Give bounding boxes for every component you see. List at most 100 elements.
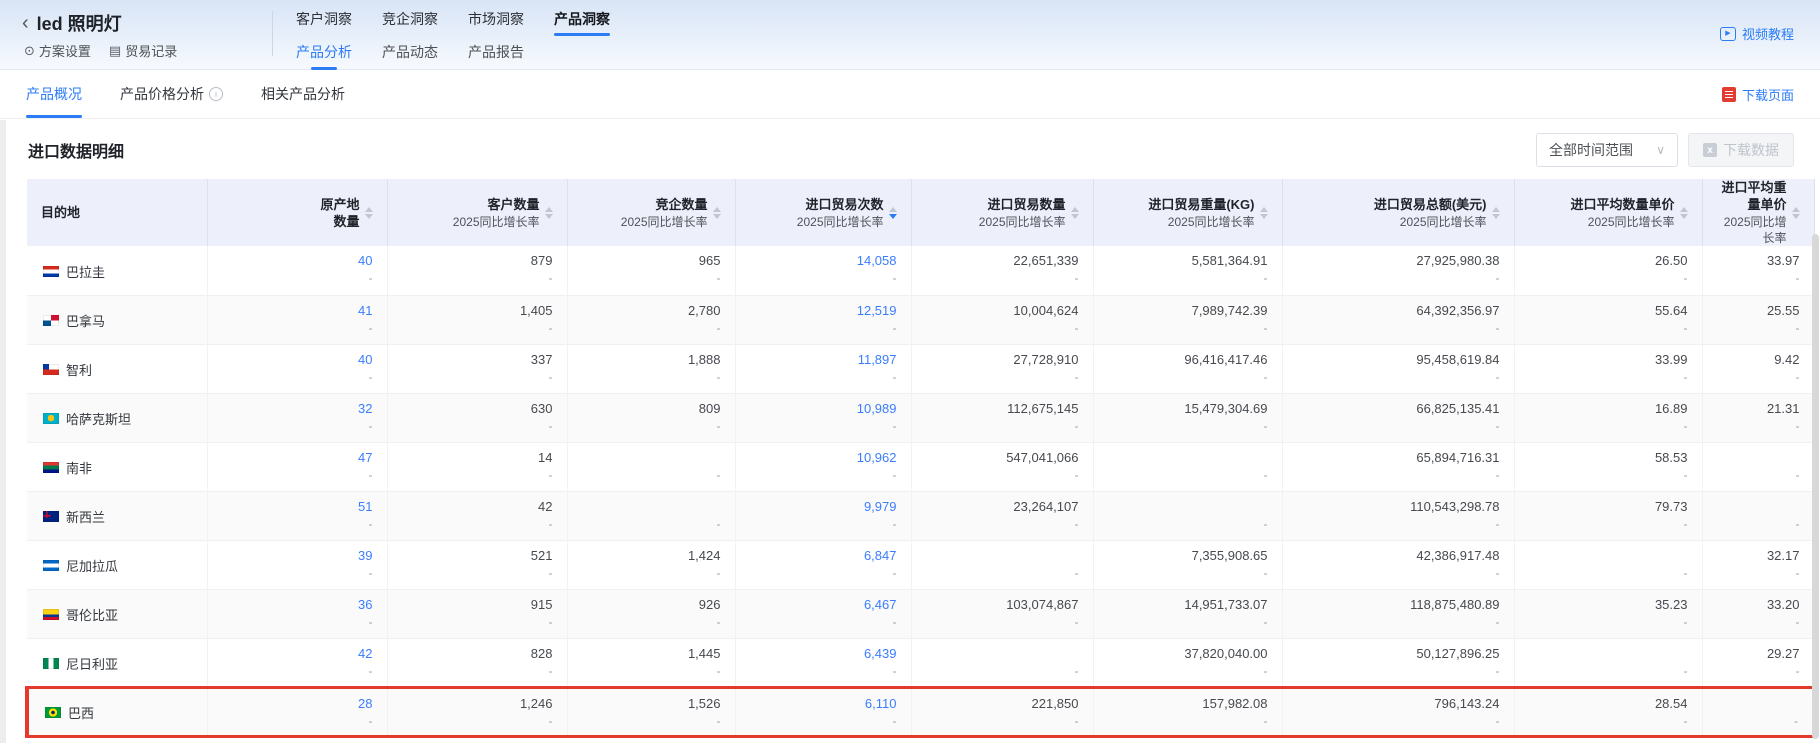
cell-value: 630 xyxy=(402,399,553,418)
subnav-tab-product-analysis[interactable]: 产品分析 xyxy=(296,42,352,70)
column-header-trade-count[interactable]: 进口贸易次数2025同比增长率 xyxy=(735,179,911,246)
origin-link[interactable]: 47 xyxy=(222,448,373,467)
page-tab-bar: 产品概况产品价格分析i 相关产品分析 下载页面 xyxy=(0,70,1820,119)
cell-trade-weight: 96,416,417.46- xyxy=(1093,344,1282,393)
cell-value: 79.73 xyxy=(1529,497,1688,516)
cell-trade-weight: 157,982.08- xyxy=(1093,687,1282,736)
subnav-tab-product-dynamics[interactable]: 产品动态 xyxy=(382,42,438,70)
cell-avg-qty-price: 16.89- xyxy=(1514,393,1702,442)
column-header-avg-qty-price[interactable]: 进口平均数量单价2025同比增长率 xyxy=(1514,179,1702,246)
trade-count-link[interactable]: 10,989 xyxy=(750,399,897,418)
import-data-table-wrap: 目的地原产地数量客户数量2025同比增长率竞企数量2025同比增长率进口贸易次数… xyxy=(25,179,1812,738)
growth-rate-value: - xyxy=(750,270,897,287)
trade-count-link[interactable]: 10,962 xyxy=(750,448,897,467)
destination-cell: 巴拿马 xyxy=(27,295,207,344)
tab-product-price-analysis[interactable]: 产品价格分析i xyxy=(120,70,223,118)
growth-rate-value: - xyxy=(1108,565,1268,582)
growth-rate-value: - xyxy=(222,614,373,631)
left-scrollbar[interactable] xyxy=(0,120,6,743)
trade-count-link[interactable]: 6,110 xyxy=(750,694,897,713)
cell-value: 1,246 xyxy=(402,694,553,713)
download-page-link[interactable]: 下载页面 xyxy=(1722,85,1794,104)
nav-tab-market-insight[interactable]: 市场洞察 xyxy=(468,9,524,36)
trade-records-button[interactable]: ▤ 贸易记录 xyxy=(109,41,177,60)
cell-value: 2,780 xyxy=(582,301,721,320)
info-icon[interactable]: i xyxy=(209,87,223,101)
cell-trade-value: 64,392,356.97- xyxy=(1282,295,1514,344)
table-row-kazakhstan[interactable]: 哈萨克斯坦32-630-809-10,989-112,675,145-15,47… xyxy=(27,393,1814,442)
time-range-select[interactable]: 全部时间范围 ∨ xyxy=(1536,133,1678,167)
cell-avg-qty-price: - xyxy=(1514,638,1702,687)
origin-link[interactable]: 42 xyxy=(222,644,373,663)
cell-value: 1,405 xyxy=(402,301,553,320)
table-row-nigeria[interactable]: 尼日利亚42-828-1,445-6,439--37,820,040.00-50… xyxy=(27,638,1814,687)
cell-trade-value: 118,875,480.89- xyxy=(1282,589,1514,638)
trade-count-link[interactable]: 14,058 xyxy=(750,251,897,270)
trade-count-link[interactable]: 6,847 xyxy=(750,546,897,565)
column-header-trade-qty[interactable]: 进口贸易数量2025同比增长率 xyxy=(911,179,1093,246)
origin-link[interactable]: 41 xyxy=(222,301,373,320)
tab-product-overview[interactable]: 产品概况 xyxy=(26,70,82,118)
nicaragua-flag-icon xyxy=(43,560,59,571)
trade-count-link[interactable]: 11,897 xyxy=(750,350,897,369)
column-header-avg-weight-price[interactable]: 进口平均重量单价2025同比增长率 xyxy=(1702,179,1814,246)
origin-link[interactable]: 51 xyxy=(222,497,373,516)
cell-trade-value: 66,825,135.41- xyxy=(1282,393,1514,442)
download-data-button[interactable]: 下载数据 xyxy=(1688,133,1794,167)
growth-rate-value: - xyxy=(1108,713,1268,730)
table-row-paraguay[interactable]: 巴拉圭40-879-965-14,058-22,651,339-5,581,36… xyxy=(27,246,1814,295)
column-header-trade-value[interactable]: 进口贸易总额(美元)2025同比增长率 xyxy=(1282,179,1514,246)
table-row-colombia[interactable]: 哥伦比亚36-915-926-6,467-103,074,867-14,951,… xyxy=(27,589,1814,638)
cell-customers: 879- xyxy=(387,246,567,295)
table-row-brazil[interactable]: 巴西28-1,246-1,526-6,110-221,850-157,982.0… xyxy=(27,687,1814,736)
growth-rate-value: - xyxy=(1297,713,1500,730)
cell-value: 547,041,066 xyxy=(926,448,1079,467)
origin-link[interactable]: 28 xyxy=(222,694,373,713)
column-header-competitors[interactable]: 竞企数量2025同比增长率 xyxy=(567,179,735,246)
back-button[interactable]: ‹ xyxy=(22,13,29,33)
video-tutorial-link[interactable]: ▶ 视频教程 xyxy=(1720,24,1794,43)
growth-rate-value: - xyxy=(1717,663,1800,680)
table-row-nicaragua[interactable]: 尼加拉瓜39-521-1,424-6,847--7,355,908.65-42,… xyxy=(27,540,1814,589)
cell-value xyxy=(1717,448,1800,467)
nav-tab-customer-insight[interactable]: 客户洞察 xyxy=(296,9,352,36)
subnav-tab-product-report[interactable]: 产品报告 xyxy=(468,42,524,70)
cell-customers: 630- xyxy=(387,393,567,442)
tab-related-product-analysis[interactable]: 相关产品分析 xyxy=(261,70,345,118)
nav-tab-competitor-insight[interactable]: 竞企洞察 xyxy=(382,9,438,36)
cell-trade-count: 10,962- xyxy=(735,442,911,491)
cell-trade-value: 110,543,298.78- xyxy=(1282,491,1514,540)
cell-avg-weight-price: 32.17- xyxy=(1702,540,1814,589)
table-row-new-zealand[interactable]: 新西兰51-42--9,979-23,264,107--110,543,298.… xyxy=(27,491,1814,540)
column-header-trade-weight[interactable]: 进口贸易重量(KG)2025同比增长率 xyxy=(1093,179,1282,246)
table-row-south-africa[interactable]: 南非47-14--10,962-547,041,066--65,894,716.… xyxy=(27,442,1814,491)
table-row-panama[interactable]: 巴拿马41-1,405-2,780-12,519-10,004,624-7,98… xyxy=(27,295,1814,344)
origin-link[interactable]: 40 xyxy=(222,350,373,369)
scheme-settings-button[interactable]: ⊙ 方案设置 xyxy=(24,41,91,60)
trade-count-link[interactable]: 12,519 xyxy=(750,301,897,320)
nav-tab-product-insight[interactable]: 产品洞察 xyxy=(554,9,610,36)
trade-count-link[interactable]: 6,467 xyxy=(750,595,897,614)
origin-link[interactable]: 32 xyxy=(222,399,373,418)
cell-value: 33.99 xyxy=(1529,350,1688,369)
origin-link[interactable]: 40 xyxy=(222,251,373,270)
cell-value: 809 xyxy=(582,399,721,418)
trade-count-link[interactable]: 9,979 xyxy=(750,497,897,516)
origin-link[interactable]: 36 xyxy=(222,595,373,614)
growth-rate-value: - xyxy=(926,467,1079,484)
trade-count-link[interactable]: 6,439 xyxy=(750,644,897,663)
column-header-customers[interactable]: 客户数量2025同比增长率 xyxy=(387,179,567,246)
column-header-origin[interactable]: 原产地数量 xyxy=(207,179,387,246)
table-row-chile[interactable]: 智利40-337-1,888-11,897-27,728,910-96,416,… xyxy=(27,344,1814,393)
chile-flag-icon xyxy=(43,364,59,375)
growth-rate-value: - xyxy=(1529,270,1688,287)
cell-value: 33.97 xyxy=(1717,251,1800,270)
trade-records-label: 贸易记录 xyxy=(125,41,177,60)
cell-trade-weight: 7,355,908.65- xyxy=(1093,540,1282,589)
cell-avg-weight-price: 29.27- xyxy=(1702,638,1814,687)
cell-trade-count: 6,467- xyxy=(735,589,911,638)
vertical-scrollbar[interactable] xyxy=(1812,234,1819,739)
destination-cell: 哥伦比亚 xyxy=(27,589,207,638)
main-nav: 客户洞察 竞企洞察 市场洞察 产品洞察 xyxy=(296,9,610,36)
origin-link[interactable]: 39 xyxy=(222,546,373,565)
